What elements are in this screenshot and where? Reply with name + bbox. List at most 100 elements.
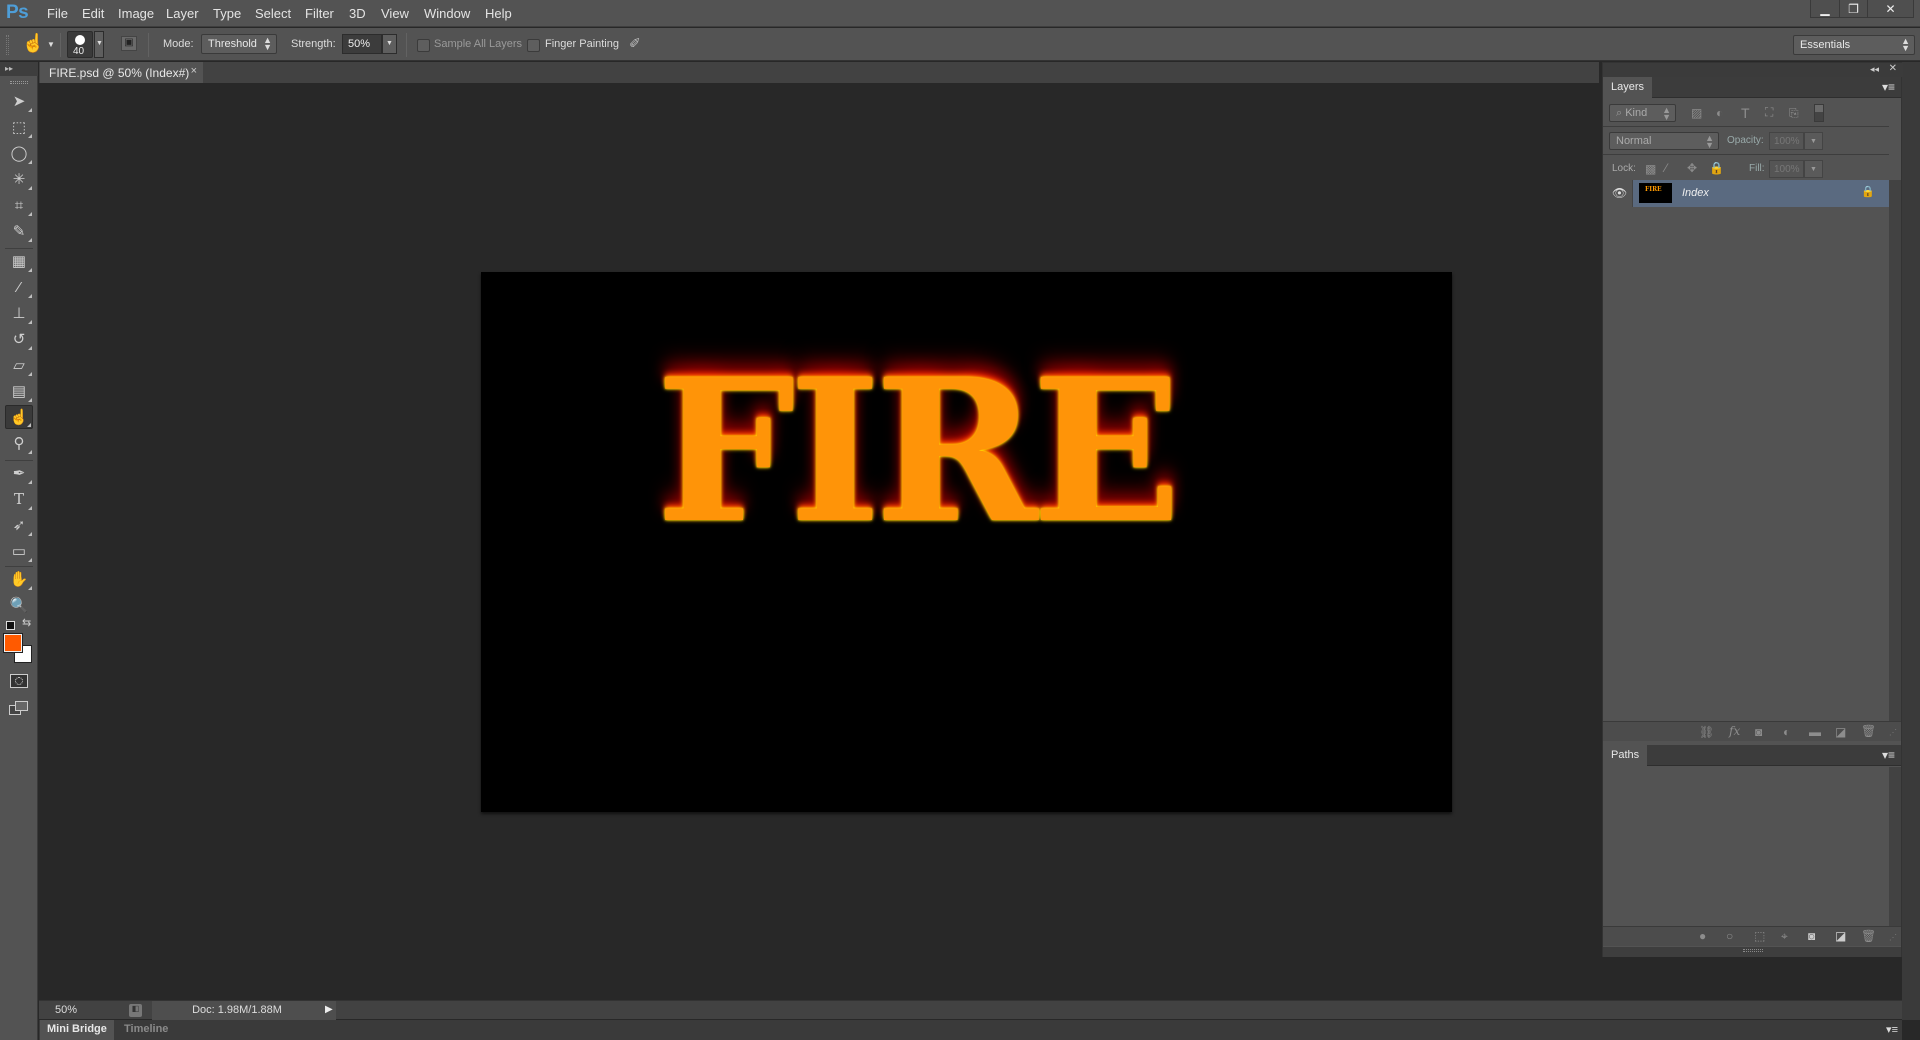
filter-kind-dropdown[interactable]: ⌕ Kind ▲ ▼ <box>1609 104 1676 122</box>
tool-move[interactable]: ➤ <box>5 89 33 113</box>
fill-slider-arrow-icon[interactable]: ▼ <box>1804 160 1823 178</box>
paths-scrollbar[interactable] <box>1889 767 1901 927</box>
smudge-tool-preset-icon[interactable]: ☝ <box>22 33 44 54</box>
menu-help[interactable]: Help <box>485 6 512 21</box>
lock-all-icon[interactable]: 🔒 <box>1709 161 1724 175</box>
new-group-icon[interactable]: ▬ <box>1809 725 1821 739</box>
mode-dropdown[interactable]: Threshold ▲ ▼ <box>201 34 277 54</box>
screen-mode-icon[interactable] <box>9 701 29 715</box>
menu-filter[interactable]: Filter <box>305 6 334 21</box>
tab-paths[interactable]: Paths <box>1603 745 1648 766</box>
pixel-layer-filter-icon[interactable]: ▨ <box>1691 106 1702 120</box>
resize-grip-icon[interactable]: ⋰ <box>1889 728 1897 737</box>
layer-name[interactable]: Index <box>1682 187 1709 199</box>
collapse-panels-icon[interactable]: ◂◂ <box>1870 64 1879 75</box>
pressure-brush-icon[interactable]: ✐ <box>629 35 641 52</box>
tool-zoom[interactable]: 🔍 <box>5 593 33 617</box>
add-mask-icon[interactable]: ◙ <box>1755 725 1762 739</box>
proof-icon[interactable]: ◧ <box>129 1004 142 1017</box>
stroke-path-icon[interactable]: ○ <box>1726 929 1733 943</box>
delete-layer-icon[interactable]: 🗑 <box>1861 724 1876 738</box>
quick-mask-icon[interactable] <box>10 674 28 688</box>
blend-mode-dropdown[interactable]: Normal ▲ ▼ <box>1609 132 1719 150</box>
lock-image-pixels-icon[interactable]: ⁄ <box>1665 161 1667 175</box>
layers-scrollbar[interactable] <box>1889 180 1901 721</box>
load-path-as-selection-icon[interactable]: ⬚ <box>1754 929 1765 943</box>
tab-layers[interactable]: Layers <box>1603 77 1653 98</box>
layers-panel-menu-icon[interactable]: ▾≡ <box>1882 80 1895 94</box>
document-tab[interactable]: FIRE.psd @ 50% (Index#) × <box>40 62 203 83</box>
paths-panel-menu-icon[interactable]: ▾≡ <box>1882 748 1895 762</box>
tool-gradient[interactable]: ▤ <box>5 379 33 403</box>
menu-3d[interactable]: 3D <box>349 6 366 21</box>
swap-colors-icon[interactable]: ⇆ <box>22 616 31 629</box>
sample-all-layers-checkbox[interactable] <box>417 39 430 52</box>
adjustment-layer-filter-icon[interactable]: ◐ <box>1716 106 1723 120</box>
type-layer-filter-icon[interactable]: T <box>1741 105 1750 121</box>
tab-mini-bridge[interactable]: Mini Bridge <box>40 1020 114 1040</box>
tab-timeline[interactable]: Timeline <box>117 1020 175 1040</box>
new-layer-icon[interactable]: ◪ <box>1835 725 1846 739</box>
delete-path-icon[interactable]: 🗑 <box>1861 929 1876 943</box>
menu-edit[interactable]: Edit <box>82 6 104 21</box>
brush-picker-arrow-icon[interactable]: ▼ <box>94 31 104 58</box>
tool-crop[interactable]: ⌗ <box>5 193 33 217</box>
brush-panel-toggle-icon[interactable]: ▣ <box>121 36 137 51</box>
toolbar-grip[interactable] <box>10 81 28 84</box>
strength-input[interactable]: 50% <box>342 34 382 54</box>
close-document-icon[interactable]: × <box>191 65 197 77</box>
status-menu-arrow-icon[interactable]: ▶ <box>322 1001 336 1020</box>
new-path-icon[interactable]: ◪ <box>1835 929 1846 943</box>
make-work-path-icon[interactable]: ⌖ <box>1781 929 1788 944</box>
tool-rectangular-marquee[interactable]: ⬚ <box>5 115 33 139</box>
tool-rectangle[interactable]: ▭ <box>5 539 33 563</box>
brush-preset-picker[interactable]: 40 <box>67 31 93 58</box>
opacity-slider-arrow-icon[interactable]: ▼ <box>1804 132 1823 150</box>
menu-image[interactable]: Image <box>118 6 154 21</box>
collapse-toolbar-icon[interactable]: ▸▸ <box>0 62 38 76</box>
new-adjustment-layer-icon[interactable]: ◐ <box>1783 725 1790 739</box>
tool-hand[interactable]: ✋ <box>5 567 33 591</box>
tool-spot-healing[interactable]: ▦ <box>5 249 33 273</box>
restore-button[interactable]: ❐ <box>1839 0 1867 18</box>
fill-input[interactable]: 100% <box>1769 160 1804 178</box>
default-colors-icon[interactable] <box>6 621 15 630</box>
shape-layer-filter-icon[interactable]: ⛶ <box>1765 105 1773 120</box>
foreground-color-swatch[interactable] <box>3 633 23 653</box>
lock-transparent-pixels-icon[interactable]: ▩ <box>1645 162 1656 176</box>
tool-brush[interactable]: ⁄ <box>5 275 33 299</box>
zoom-level[interactable]: 50% <box>55 1004 77 1016</box>
options-grip[interactable] <box>6 35 9 55</box>
tool-dodge[interactable]: ⚲ <box>5 431 33 455</box>
strength-slider-arrow-icon[interactable]: ▼ <box>382 34 397 54</box>
finger-painting-checkbox[interactable] <box>527 39 540 52</box>
filter-toggle-switch[interactable] <box>1814 104 1824 122</box>
tool-smudge[interactable]: ☝ <box>5 405 33 429</box>
menu-layer[interactable]: Layer <box>166 6 199 21</box>
minimize-button[interactable]: ▁ <box>1811 0 1839 18</box>
tool-magic-wand[interactable]: ✳ <box>5 167 33 191</box>
bottom-panel-menu-icon[interactable]: ▾≡ <box>1886 1023 1898 1036</box>
opacity-input[interactable]: 100% <box>1769 132 1804 150</box>
tool-path-selection[interactable]: ➶ <box>5 513 33 537</box>
tool-lasso[interactable]: ◯ <box>5 141 33 165</box>
visibility-eye-icon[interactable]: 👁 <box>1612 186 1627 200</box>
menu-view[interactable]: View <box>381 6 409 21</box>
menu-file[interactable]: File <box>47 6 68 21</box>
document-canvas[interactable]: FIRE <box>481 272 1452 812</box>
tool-pen[interactable]: ✒ <box>5 461 33 485</box>
preset-dropdown-arrow-icon[interactable]: ▼ <box>47 40 55 49</box>
close-button[interactable]: ✕ <box>1867 0 1913 18</box>
close-panels-icon[interactable]: ✕ <box>1889 63 1897 74</box>
workspace-dropdown[interactable]: Essentials ▲ ▼ <box>1793 35 1915 55</box>
fill-path-icon[interactable]: ● <box>1699 929 1706 943</box>
panel-dock-resize-handle[interactable] <box>1603 947 1901 957</box>
smart-object-filter-icon[interactable]: ⎘ <box>1789 106 1799 121</box>
tool-history-brush[interactable]: ↺ <box>5 327 33 351</box>
layer-style-fx-icon[interactable]: fx <box>1729 724 1740 738</box>
tool-type[interactable]: T <box>5 487 33 511</box>
layer-row[interactable]: 👁 FIRE Index 🔒 <box>1603 180 1889 207</box>
add-mask-icon[interactable]: ◙ <box>1808 929 1815 943</box>
menu-type[interactable]: Type <box>213 6 241 21</box>
menu-window[interactable]: Window <box>424 6 470 21</box>
